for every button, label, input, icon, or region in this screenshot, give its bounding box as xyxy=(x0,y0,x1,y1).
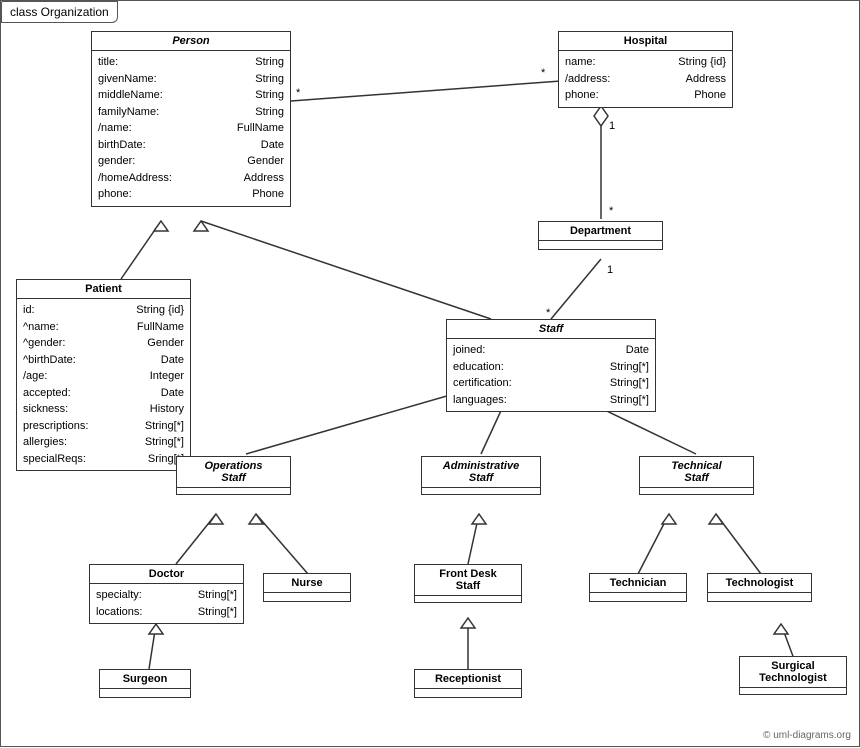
svg-text:*: * xyxy=(296,87,301,99)
admin-staff-class-attrs xyxy=(422,488,540,494)
technician-class-name: Technician xyxy=(590,574,686,593)
receptionist-class: Receptionist xyxy=(414,669,522,698)
copyright: © uml-diagrams.org xyxy=(763,730,851,741)
person-class-attrs: title:String givenName:String middleName… xyxy=(92,51,290,206)
technologist-class-attrs xyxy=(708,593,811,601)
nurse-class-attrs xyxy=(264,593,350,601)
tech-staff-class-name: TechnicalStaff xyxy=(640,457,753,488)
person-class: Person title:String givenName:String mid… xyxy=(91,31,291,207)
frontdesk-class-attrs xyxy=(415,596,521,602)
doctor-class: Doctor specialty:String[*] locations:Str… xyxy=(89,564,244,624)
person-class-name: Person xyxy=(92,32,290,51)
technician-class-attrs xyxy=(590,593,686,601)
department-class-attrs xyxy=(539,241,662,249)
frontdesk-class: Front DeskStaff xyxy=(414,564,522,603)
staff-class-attrs: joined:Date education:String[*] certific… xyxy=(447,339,655,411)
surgeon-class-attrs xyxy=(100,689,190,697)
receptionist-class-name: Receptionist xyxy=(415,670,521,689)
diagram-title: class Organization xyxy=(1,1,118,23)
surgeon-class-name: Surgeon xyxy=(100,670,190,689)
tech-staff-class-attrs xyxy=(640,488,753,494)
patient-class: Patient id:String {id} ^name:FullName ^g… xyxy=(16,279,191,471)
nurse-class-name: Nurse xyxy=(264,574,350,593)
hospital-class-attrs: name:String {id} /address:Address phone:… xyxy=(559,51,732,107)
hospital-class-name: Hospital xyxy=(559,32,732,51)
surgical-tech-class-attrs xyxy=(740,688,846,694)
doctor-class-name: Doctor xyxy=(90,565,243,584)
surgeon-class: Surgeon xyxy=(99,669,191,698)
svg-text:1: 1 xyxy=(607,264,613,276)
patient-class-attrs: id:String {id} ^name:FullName ^gender:Ge… xyxy=(17,299,190,470)
ops-staff-class: OperationsStaff xyxy=(176,456,291,495)
svg-text:1: 1 xyxy=(609,120,615,132)
frontdesk-class-name: Front DeskStaff xyxy=(415,565,521,596)
surgical-tech-class: SurgicalTechnologist xyxy=(739,656,847,695)
ops-staff-class-name: OperationsStaff xyxy=(177,457,290,488)
technician-class: Technician xyxy=(589,573,687,602)
staff-class: Staff joined:Date education:String[*] ce… xyxy=(446,319,656,412)
ops-staff-class-attrs xyxy=(177,488,290,494)
doctor-class-attrs: specialty:String[*] locations:String[*] xyxy=(90,584,243,623)
diagram-container: class Organization * * 1 * 1 * xyxy=(0,0,860,747)
admin-staff-class-name: AdministrativeStaff xyxy=(422,457,540,488)
svg-text:*: * xyxy=(546,307,551,319)
hospital-class: Hospital name:String {id} /address:Addre… xyxy=(558,31,733,108)
patient-class-name: Patient xyxy=(17,280,190,299)
nurse-class: Nurse xyxy=(263,573,351,602)
admin-staff-class: AdministrativeStaff xyxy=(421,456,541,495)
technologist-class: Technologist xyxy=(707,573,812,602)
surgical-tech-class-name: SurgicalTechnologist xyxy=(740,657,846,688)
department-class: Department xyxy=(538,221,663,250)
department-class-name: Department xyxy=(539,222,662,241)
technologist-class-name: Technologist xyxy=(708,574,811,593)
staff-class-name: Staff xyxy=(447,320,655,339)
tech-staff-class: TechnicalStaff xyxy=(639,456,754,495)
svg-text:*: * xyxy=(541,67,546,79)
receptionist-class-attrs xyxy=(415,689,521,697)
svg-text:*: * xyxy=(609,205,614,217)
